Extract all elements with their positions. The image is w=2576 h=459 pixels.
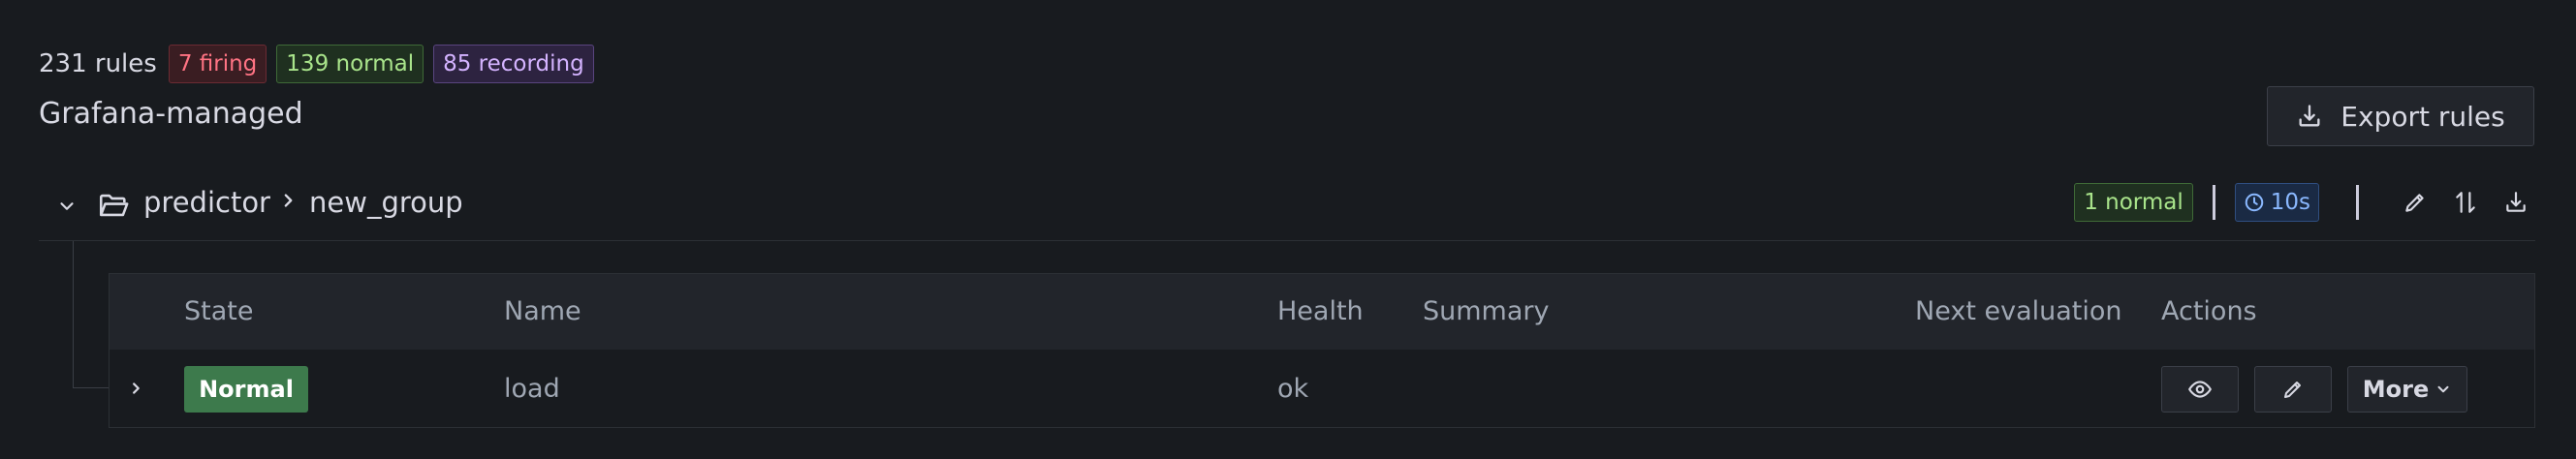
source-title: Grafana-managed bbox=[39, 97, 303, 131]
evaluation-interval: 10s bbox=[2270, 190, 2310, 215]
edit-group-button[interactable] bbox=[2396, 183, 2435, 222]
rules-summary: 231 rules 7 firing 139 normal 85 recordi… bbox=[39, 45, 594, 83]
evaluation-interval-badge: 10s bbox=[2234, 183, 2319, 222]
column-header-health: Health bbox=[1277, 296, 1364, 326]
column-header-state: State bbox=[184, 296, 254, 326]
download-icon bbox=[2299, 105, 2320, 127]
export-rules-button[interactable]: Export rules bbox=[2267, 86, 2534, 146]
tree-line bbox=[73, 241, 74, 387]
group-normal-badge: 1 normal bbox=[2074, 183, 2193, 222]
column-header-summary: Summary bbox=[1423, 296, 1550, 326]
view-rule-button[interactable] bbox=[2161, 366, 2239, 413]
edit-rule-button[interactable] bbox=[2254, 366, 2332, 413]
download-icon bbox=[2506, 192, 2526, 212]
table-row: Normal load ok More bbox=[110, 350, 2534, 427]
sort-icon bbox=[2456, 192, 2475, 213]
chevron-down-icon[interactable] bbox=[56, 196, 78, 217]
rule-group-header: predictor new_group 1 normal 10s bbox=[39, 174, 2535, 242]
pencil-icon bbox=[2405, 194, 2424, 212]
alert-rules-page: 231 rules 7 firing 139 normal 85 recordi… bbox=[0, 0, 2576, 459]
rule-name[interactable]: load bbox=[504, 372, 560, 407]
reorder-rules-button[interactable] bbox=[2446, 183, 2485, 222]
column-header-actions: Actions bbox=[2161, 296, 2257, 326]
column-header-next-evaluation: Next evaluation bbox=[1915, 296, 2122, 326]
folder-name[interactable]: predictor bbox=[143, 184, 270, 221]
divider bbox=[39, 240, 2535, 241]
chevron-down-icon bbox=[2437, 385, 2449, 393]
table-header: State Name Health Summary Next evaluatio… bbox=[110, 274, 2534, 350]
normal-badge[interactable]: 139 normal bbox=[276, 45, 424, 83]
export-rules-label: Export rules bbox=[2340, 100, 2505, 133]
firing-badge[interactable]: 7 firing bbox=[168, 45, 267, 83]
group-controls: 1 normal 10s bbox=[2074, 180, 2535, 225]
rules-count: 231 rules bbox=[39, 49, 157, 78]
divider bbox=[2356, 185, 2359, 220]
more-actions-button[interactable]: More bbox=[2347, 366, 2467, 413]
column-header-name: Name bbox=[504, 296, 581, 326]
eye-icon bbox=[2188, 381, 2212, 398]
folder-open-icon bbox=[99, 194, 129, 217]
breadcrumb-chevron-icon bbox=[284, 194, 293, 207]
tree-line bbox=[73, 387, 110, 388]
rule-health: ok bbox=[1277, 374, 1309, 404]
group-name[interactable]: new_group bbox=[309, 184, 463, 221]
pencil-icon bbox=[2284, 382, 2301, 398]
clock-icon bbox=[2245, 193, 2264, 212]
more-actions-label: More bbox=[2362, 376, 2430, 403]
rules-table: State Name Health Summary Next evaluatio… bbox=[109, 273, 2535, 428]
divider bbox=[2212, 185, 2215, 220]
recording-badge[interactable]: 85 recording bbox=[433, 45, 594, 83]
export-group-button[interactable] bbox=[2497, 183, 2535, 222]
state-badge: Normal bbox=[184, 366, 308, 413]
chevron-right-icon[interactable] bbox=[125, 378, 146, 399]
